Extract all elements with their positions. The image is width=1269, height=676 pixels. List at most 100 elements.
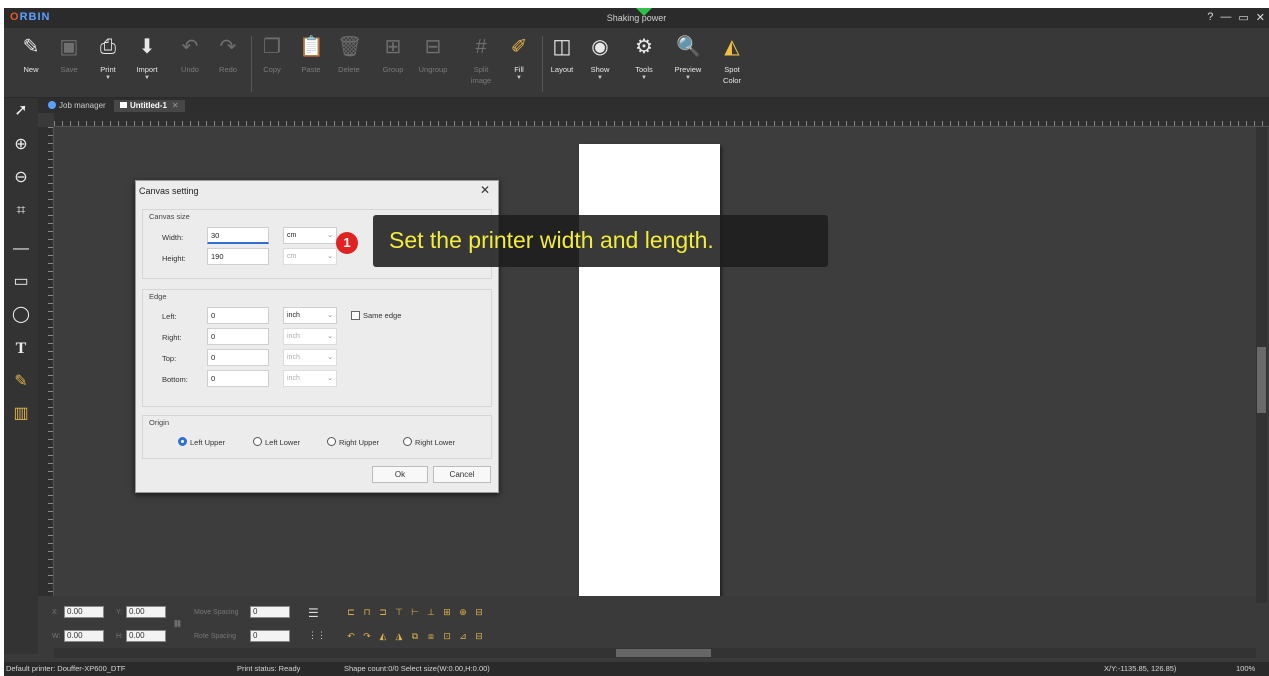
ungroup-button[interactable]: ⊟ Ungroup xyxy=(414,34,452,75)
origin-right-lower-radio[interactable] xyxy=(403,437,412,446)
chevron-down-icon: ▼ xyxy=(597,75,603,81)
same-size-icon[interactable]: ⊟ xyxy=(474,607,484,617)
tools-button[interactable]: ⚙ Tools ▼ xyxy=(625,34,663,82)
redo-icon: ↷ xyxy=(219,36,237,58)
wrench-icon: ⚙ xyxy=(635,36,653,58)
delete-button[interactable]: 🗑 Delete xyxy=(330,34,368,75)
chevron-down-icon: ⌄ xyxy=(327,253,333,260)
align-middle-icon[interactable]: ⊢ xyxy=(410,607,420,617)
left-edge-input[interactable]: 0 xyxy=(207,307,269,324)
align-center-icon[interactable]: ⊓ xyxy=(362,607,372,617)
x-input[interactable]: 0.00 xyxy=(64,606,104,618)
send-back-icon[interactable]: ⧈ xyxy=(426,631,436,641)
cancel-button[interactable]: Cancel xyxy=(433,466,491,483)
zoom-out-icon[interactable]: ⊖ xyxy=(10,167,32,189)
dialog-title: Canvas setting xyxy=(139,186,199,196)
zoom-in-icon[interactable]: ⊕ xyxy=(10,134,32,156)
scrollbar-thumb[interactable] xyxy=(616,649,711,657)
fill-button[interactable]: ✐ Fill ▼ xyxy=(500,34,538,82)
top-edge-input[interactable]: 0 xyxy=(207,349,269,366)
origin-left-lower-radio[interactable] xyxy=(253,437,262,446)
distribute-icon[interactable]: ⋮⋮ xyxy=(308,630,326,641)
vertical-scrollbar[interactable] xyxy=(1256,127,1267,603)
new-button[interactable]: ✎ New xyxy=(12,34,50,75)
w-input[interactable]: 0.00 xyxy=(64,630,104,642)
printer-icon: ⎙ xyxy=(100,36,116,58)
height-input[interactable]: 190 xyxy=(207,248,269,265)
vertical-ruler xyxy=(38,127,54,603)
text-tool-icon[interactable]: T xyxy=(10,338,32,360)
dialog-close-icon[interactable]: ✕ xyxy=(480,183,490,197)
rotate-left-icon[interactable]: ↶ xyxy=(346,631,356,641)
line-tool-icon[interactable]: — xyxy=(10,238,32,260)
move-spacing-input[interactable]: 0 xyxy=(250,606,290,618)
origin-right-upper-radio[interactable] xyxy=(327,437,336,446)
flip-vertical-icon[interactable]: ◮ xyxy=(394,631,404,641)
tab-untitled[interactable]: Untitled-1 ✕ xyxy=(114,100,185,112)
chevron-down-icon: ⌄ xyxy=(327,312,333,319)
ok-button[interactable]: Ok xyxy=(372,466,428,483)
redo-button[interactable]: ↷ Redo xyxy=(209,34,247,75)
select-tool-icon[interactable]: ➚ xyxy=(10,100,32,122)
center-vertical-icon[interactable]: ⊕ xyxy=(458,607,468,617)
align-right-icon[interactable]: ⊐ xyxy=(378,607,388,617)
center-horizontal-icon[interactable]: ⊞ xyxy=(442,607,452,617)
print-button[interactable]: ⎙ Print ▼ xyxy=(89,34,127,82)
mirror-icon[interactable]: ⊡ xyxy=(442,631,452,641)
align-bottom-icon[interactable]: ⊥ xyxy=(426,607,436,617)
barcode-tool-icon[interactable]: ▥ xyxy=(10,403,32,425)
rectangle-tool-icon[interactable]: ▭ xyxy=(10,271,32,293)
bring-front-icon[interactable]: ⧉ xyxy=(410,631,420,641)
close-button[interactable]: ✕ xyxy=(1256,11,1265,24)
show-button[interactable]: ◉ Show ▼ xyxy=(581,34,619,82)
align-left-icon[interactable]: ⊏ xyxy=(346,607,356,617)
height-label: Height: xyxy=(162,254,186,263)
width-unit-select[interactable]: cm ⌄ xyxy=(283,227,337,244)
ellipse-tool-icon[interactable]: ◯ xyxy=(10,304,32,326)
align-top-icon[interactable]: ⊤ xyxy=(394,607,404,617)
left-toolbox: ➚ ⊕ ⊖ ⌗ — ▭ ◯ T ✎ ▥ xyxy=(4,98,38,654)
right-edge-input[interactable]: 0 xyxy=(207,328,269,345)
edge-unit-select[interactable]: inch ⌄ xyxy=(283,307,337,324)
horizontal-scrollbar[interactable] xyxy=(54,648,1256,658)
import-button[interactable]: ⬇ Import ▼ xyxy=(128,34,166,82)
bottom-edge-input[interactable]: 0 xyxy=(207,370,269,387)
pen-tool-icon[interactable]: ✎ xyxy=(10,371,32,393)
arrange-icon[interactable]: ☰ xyxy=(308,606,319,620)
h-label: H: xyxy=(116,633,123,640)
preview-button[interactable]: 🔍 Preview ▼ xyxy=(669,34,707,82)
crop-icon[interactable]: ⌗ xyxy=(10,200,32,222)
paste-button[interactable]: 📋 Paste xyxy=(292,34,330,75)
paste-icon: 📋 xyxy=(299,36,324,58)
instruction-text: Set the printer width and length. xyxy=(389,227,714,253)
copy-button[interactable]: ❐ Copy xyxy=(253,34,291,75)
close-tab-icon[interactable]: ✕ xyxy=(172,101,179,110)
save-button[interactable]: ▣ Save xyxy=(50,34,88,75)
spot-color-button[interactable]: ◭ Spot Color xyxy=(713,34,751,86)
size-height-icon[interactable]: ⊟ xyxy=(474,631,484,641)
flip-horizontal-icon[interactable]: ◭ xyxy=(378,631,388,641)
horizontal-ruler xyxy=(54,113,1269,127)
split-image-button[interactable]: # Split image xyxy=(462,34,500,86)
size-width-icon[interactable]: ⊿ xyxy=(458,631,468,641)
y-input[interactable]: 0.00 xyxy=(126,606,166,618)
width-input[interactable]: 30 xyxy=(207,227,269,244)
help-icon[interactable]: ? xyxy=(1207,11,1213,24)
default-printer-status: Default printer: Douffer-XP600_DTF xyxy=(6,664,126,673)
restore-button[interactable]: ▭ xyxy=(1238,11,1248,24)
h-input[interactable]: 0.00 xyxy=(126,630,166,642)
step-number-badge: 1 xyxy=(336,232,358,254)
undo-button[interactable]: ↶ Undo xyxy=(171,34,209,75)
rotate-spacing-input[interactable]: 0 xyxy=(250,630,290,642)
save-icon: ▣ xyxy=(59,36,79,58)
minimize-button[interactable]: — xyxy=(1220,11,1231,24)
tab-job-manager[interactable]: Job manager xyxy=(42,100,112,112)
group-button[interactable]: ⊞ Group xyxy=(374,34,412,75)
rotate-right-icon[interactable]: ↷ xyxy=(362,631,372,641)
lock-ratio-icon[interactable]: ⛓ xyxy=(173,620,182,628)
same-edge-checkbox[interactable] xyxy=(351,311,360,320)
origin-left-upper-radio[interactable] xyxy=(178,437,187,446)
scrollbar-thumb[interactable] xyxy=(1257,347,1266,413)
pointer-marker-icon xyxy=(628,8,660,16)
layout-button[interactable]: ◫ Layout xyxy=(543,34,581,75)
